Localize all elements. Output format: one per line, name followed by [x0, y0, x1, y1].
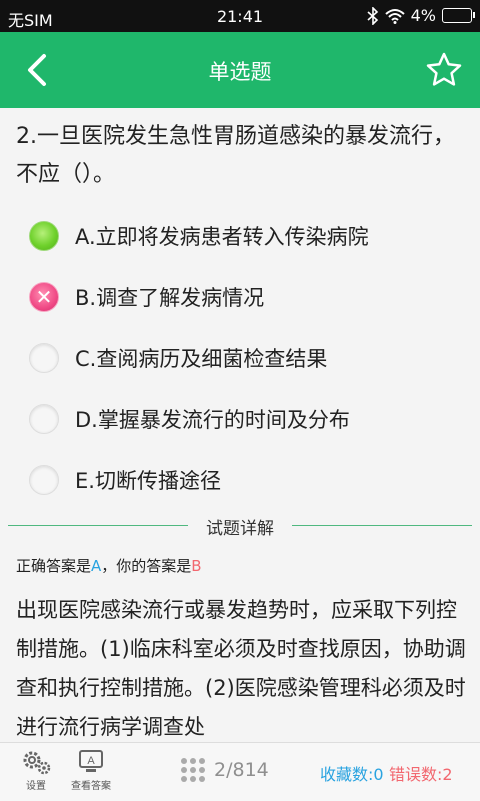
- your-answer: B: [191, 557, 202, 575]
- errors-count: 错误数:2: [389, 765, 453, 784]
- your-answer-prefix: ，你的答案是: [101, 557, 192, 575]
- question-index[interactable]: 2/814: [180, 757, 269, 783]
- battery-icon: [442, 8, 475, 23]
- wifi-icon: [384, 8, 405, 24]
- question-text: 2.一旦医院发生急性胃肠道感染的暴发流行，不应（）。: [16, 124, 455, 187]
- radio-icon: [29, 403, 59, 434]
- detail-divider: 试题详解: [8, 514, 472, 539]
- settings-button[interactable]: 设置: [18, 749, 54, 792]
- page-number: 2/814: [214, 759, 269, 781]
- status-icons: 4%: [367, 6, 475, 25]
- wrong-x-icon: ✕: [29, 281, 59, 312]
- option-label: E.切断传播途径: [75, 468, 221, 493]
- app-header: 单选题: [0, 32, 480, 108]
- bluetooth-icon: [367, 6, 378, 25]
- svg-text:A: A: [87, 755, 95, 767]
- option-e[interactable]: E.切断传播途径: [0, 449, 480, 510]
- bottom-toolbar: 设置 A 查看答案 2/814 收藏数:0 错误数:2: [0, 742, 480, 801]
- radio-icon: [29, 342, 59, 373]
- grid-dots-icon: [181, 758, 205, 782]
- correct-answer-prefix: 正确答案是: [16, 557, 92, 575]
- view-answer-button[interactable]: A 查看答案: [66, 749, 116, 792]
- answer-screen-icon: A: [79, 750, 103, 772]
- detail-section-title: 试题详解: [206, 519, 274, 539]
- option-label: C.查阅病历及细菌检查结果: [75, 346, 328, 371]
- option-label: D.掌握暴发流行的时间及分布: [75, 407, 350, 432]
- correct-radio-icon: [29, 220, 59, 251]
- favorites-count: 收藏数:0: [320, 765, 384, 784]
- radio-icon: [29, 464, 59, 495]
- status-bar: 无SIM 21:41 4%: [0, 0, 480, 32]
- battery-percent: 4%: [410, 6, 436, 25]
- options-list: A.立即将发病患者转入传染病院 ✕ B.调查了解发病情况 C.查阅病历及细菌检查…: [0, 205, 480, 510]
- gear-icon: [23, 751, 51, 775]
- divider-line: [292, 525, 472, 526]
- view-answer-label: 查看答案: [71, 781, 111, 792]
- settings-label: 设置: [26, 781, 46, 792]
- option-a[interactable]: A.立即将发病患者转入传染病院: [0, 205, 480, 266]
- option-label: B.调查了解发病情况: [75, 285, 265, 310]
- option-label: A.立即将发病患者转入传染病院: [75, 224, 369, 249]
- answer-summary: 正确答案是A，你的答案是B: [16, 555, 202, 576]
- option-c[interactable]: C.查阅病历及细菌检查结果: [0, 327, 480, 388]
- explanation-text: 出现医院感染流行或暴发趋势时，应采取下列控制措施。(1)临床科室必须及时查找原因…: [16, 598, 466, 739]
- option-d[interactable]: D.掌握暴发流行的时间及分布: [0, 388, 480, 449]
- correct-answer: A: [91, 557, 102, 575]
- star-outline-icon[interactable]: [424, 50, 464, 90]
- page-title: 单选题: [208, 60, 272, 84]
- option-b[interactable]: ✕ B.调查了解发病情况: [0, 266, 480, 327]
